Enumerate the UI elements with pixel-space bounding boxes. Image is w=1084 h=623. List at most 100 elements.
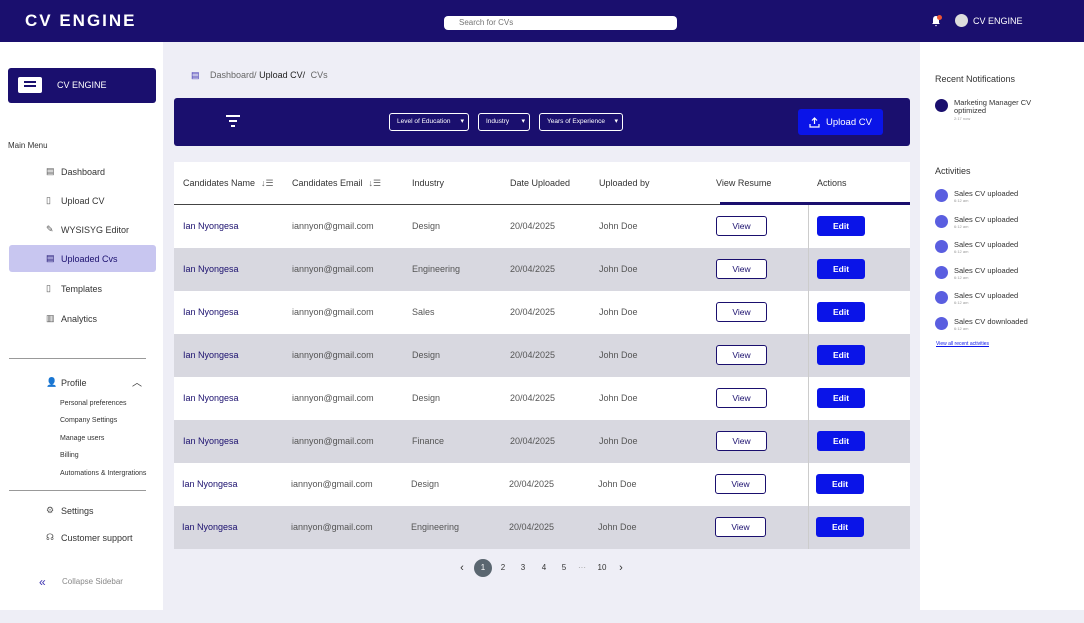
- table-row: Ian Nyongesa iannyon@gmail.com Design 20/04…: [174, 205, 910, 248]
- page-3[interactable]: 3: [514, 559, 532, 577]
- sidebar-item-support[interactable]: ☊ Customer support: [9, 524, 156, 551]
- sidebar-item-editor[interactable]: ✎ WYSISYG Editor: [9, 216, 156, 243]
- brand-logo-icon: [18, 77, 42, 93]
- sort-icon[interactable]: ↓☰: [369, 178, 382, 188]
- upload-cv-button[interactable]: Upload CV: [798, 109, 883, 135]
- file-icon: ▯: [46, 195, 51, 205]
- cell-industry: Design: [412, 393, 441, 403]
- table-row: Ian Nyongesa iannyon@gmail.com Finance 20/0…: [174, 420, 910, 463]
- view-resume-button[interactable]: View: [716, 345, 767, 365]
- cell-uploaded-by: John Doe: [598, 479, 637, 489]
- document-icon: ▤: [191, 70, 200, 80]
- header-candidates-email[interactable]: Candidates Email ↓☰: [292, 178, 381, 189]
- sidebar-brand[interactable]: CV ENGINE: [8, 68, 156, 103]
- column-divider: [808, 463, 809, 506]
- double-chevron-left-icon[interactable]: «: [39, 575, 46, 589]
- sidebar-item-dashboard[interactable]: ▤ Dashboard: [9, 158, 156, 185]
- edit-button[interactable]: Edit: [817, 216, 865, 236]
- sidebar-item-label: Uploaded Cvs: [61, 253, 118, 264]
- sidebar-item-profile[interactable]: 👤 Profile ︿: [9, 369, 156, 396]
- sub-item-automations[interactable]: Automations & Intergrations: [60, 470, 146, 477]
- cell-date-uploaded: 20/04/2025: [510, 350, 556, 360]
- activity-time: 6:12 am: [954, 198, 969, 203]
- edit-button[interactable]: Edit: [817, 388, 865, 408]
- cell-email: iannyon@gmail.com: [292, 221, 374, 231]
- view-resume-button[interactable]: View: [716, 431, 767, 451]
- cell-date-uploaded: 20/04/2025: [509, 522, 555, 532]
- sub-item-manage-users[interactable]: Manage users: [60, 435, 104, 442]
- edit-button[interactable]: Edit: [816, 474, 864, 494]
- sub-item-billing[interactable]: Billing: [60, 452, 79, 459]
- page-10[interactable]: 10: [593, 559, 611, 577]
- cell-uploaded-by: John Doe: [599, 307, 638, 317]
- sort-icon[interactable]: ↓☰: [261, 178, 274, 188]
- activity-time: 6:12 am: [954, 274, 969, 280]
- sub-item-company-settings[interactable]: Company Settings: [60, 417, 117, 424]
- notification-text[interactable]: Marketing Manager CV optimized: [954, 99, 1064, 115]
- cell-candidate-name[interactable]: Ian Nyongesa: [182, 479, 238, 489]
- cell-candidate-name[interactable]: Ian Nyongesa: [183, 393, 239, 403]
- breadcrumb-upload-cv[interactable]: Upload CV/: [259, 70, 305, 80]
- edit-button[interactable]: Edit: [817, 431, 865, 451]
- pagination-ellipsis: ···: [578, 563, 586, 572]
- cell-candidate-name[interactable]: Ian Nyongesa: [183, 221, 239, 231]
- edit-button[interactable]: Edit: [816, 517, 864, 537]
- sidebar-item-label: WYSISYG Editor: [61, 224, 130, 235]
- sidebar-item-upload-cv[interactable]: ▯ Upload CV: [9, 187, 156, 214]
- breadcrumb-dashboard[interactable]: Dashboard/: [210, 70, 257, 80]
- cell-candidate-name[interactable]: Ian Nyongesa: [183, 307, 239, 317]
- view-resume-button[interactable]: View: [716, 216, 767, 236]
- page-1[interactable]: 1: [474, 559, 492, 577]
- user-name[interactable]: CV ENGINE: [973, 16, 1023, 26]
- activity-text: Sales CV uploaded: [954, 291, 1019, 301]
- activity-text: Sales CV downloaded: [954, 317, 1028, 326]
- cell-industry: Engineering: [411, 522, 460, 532]
- cell-candidate-name[interactable]: Ian Nyongesa: [183, 350, 239, 360]
- view-resume-button[interactable]: View: [715, 517, 766, 537]
- filter-icon[interactable]: [226, 115, 240, 127]
- column-divider: [808, 248, 809, 291]
- header-candidates-name[interactable]: Candidates Name ↓☰: [183, 178, 274, 189]
- view-resume-button[interactable]: View: [715, 474, 766, 494]
- page-2[interactable]: 2: [494, 559, 512, 577]
- industry-filter-select[interactable]: Industry: [478, 113, 530, 131]
- activity-dot: [935, 240, 948, 254]
- experience-filter-select[interactable]: Years of Experience: [539, 113, 623, 131]
- chevron-right-icon[interactable]: ›: [612, 559, 630, 577]
- education-filter-select[interactable]: Level of Education: [389, 113, 469, 131]
- view-resume-button[interactable]: View: [716, 259, 767, 279]
- cell-email: iannyon@gmail.com: [292, 436, 374, 446]
- view-resume-button[interactable]: View: [716, 388, 767, 408]
- sidebar-brand-label: CV ENGINE: [57, 80, 107, 90]
- sidebar-item-analytics[interactable]: ▥ Analytics: [9, 305, 156, 332]
- edit-button[interactable]: Edit: [817, 345, 865, 365]
- view-resume-button[interactable]: View: [716, 302, 767, 322]
- sidebar-item-label: Analytics: [61, 313, 98, 324]
- page-5[interactable]: 5: [555, 559, 573, 577]
- avatar[interactable]: [955, 14, 968, 27]
- sidebar-item-settings[interactable]: ⚙ Settings: [9, 497, 156, 524]
- collapse-sidebar-button[interactable]: Collapse Sidebar: [62, 577, 123, 586]
- sub-item-personal-preferences[interactable]: Personal preferences: [60, 400, 127, 407]
- cell-uploaded-by: John Doe: [599, 264, 638, 274]
- view-all-activities-link[interactable]: View all recent activities: [936, 341, 989, 347]
- column-divider: [808, 377, 809, 420]
- chevron-left-icon[interactable]: ‹: [453, 559, 471, 577]
- cell-candidate-name[interactable]: Ian Nyongesa: [183, 436, 239, 446]
- sidebar-item-uploaded-cvs[interactable]: ▤ Uploaded Cvs: [9, 245, 156, 272]
- sidebar-item-templates[interactable]: ▯ Templates: [9, 275, 156, 302]
- edit-button[interactable]: Edit: [817, 259, 865, 279]
- upload-cv-label: Upload CV: [826, 116, 872, 128]
- app-logo[interactable]: CV ENGINE: [25, 11, 137, 31]
- cell-email: iannyon@gmail.com: [292, 350, 374, 360]
- cell-email: iannyon@gmail.com: [291, 522, 373, 532]
- table-row: Ian Nyongesa iannyon@gmail.com Design 20/04…: [174, 334, 910, 377]
- cell-candidate-name[interactable]: Ian Nyongesa: [183, 264, 239, 274]
- notification-dot: [935, 99, 948, 112]
- cell-candidate-name[interactable]: Ian Nyongesa: [182, 522, 238, 532]
- activity-time: 6:12 am: [954, 326, 969, 331]
- search-input[interactable]: [444, 16, 677, 30]
- chevron-up-icon[interactable]: ︿: [132, 374, 142, 389]
- page-4[interactable]: 4: [535, 559, 553, 577]
- edit-button[interactable]: Edit: [817, 302, 865, 322]
